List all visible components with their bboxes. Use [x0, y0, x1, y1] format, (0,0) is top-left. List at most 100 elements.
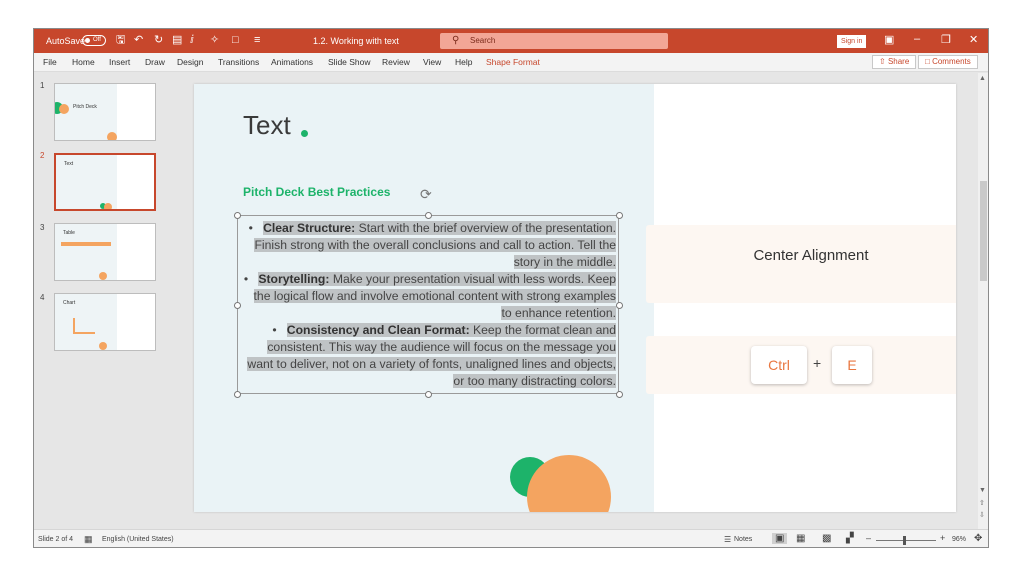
resize-handle[interactable]	[616, 391, 623, 398]
save-icon[interactable]: 🖫	[116, 34, 125, 46]
fit-slide-icon[interactable]: ✥	[974, 533, 982, 544]
comments-label: Comments	[932, 57, 971, 66]
tab-draw[interactable]: Draw	[145, 57, 165, 67]
redo-icon[interactable]: ↻	[154, 34, 163, 46]
document-title[interactable]: 1.2. Working with text	[313, 36, 399, 46]
format-painter-icon[interactable]: ⅈ	[190, 34, 194, 46]
title-bar: AutoSave Off 🖫 ↶ ↻ ▤ ⅈ ✧ □ ≡ 1.2. Workin…	[34, 29, 988, 53]
thumb-number: 4	[40, 293, 45, 302]
undo-icon[interactable]: ↶	[134, 34, 143, 46]
resize-handle[interactable]	[425, 212, 432, 219]
tab-transitions[interactable]: Transitions	[218, 57, 259, 67]
thumb-number: 3	[40, 223, 45, 232]
thumb-number: 2	[40, 151, 45, 160]
resize-handle[interactable]	[425, 391, 432, 398]
bullet-item: • Storytelling: Make your presentation v…	[243, 272, 616, 320]
share-button[interactable]: ⇧ Share	[872, 55, 917, 69]
resize-handle[interactable]	[234, 212, 241, 219]
shortcut-card: Center Alignment	[646, 225, 956, 303]
tab-shape-format[interactable]: Shape Format	[486, 57, 540, 67]
bullet-item: • Clear Structure: Start with the brief …	[248, 221, 616, 269]
vertical-scrollbar[interactable]: ▲ ▼ ⇧ ⇩	[978, 73, 988, 529]
tab-view[interactable]: View	[423, 57, 441, 67]
notes-button[interactable]: Notes	[734, 536, 752, 543]
language[interactable]: English (United States)	[102, 536, 174, 543]
powerpoint-window: AutoSave Off 🖫 ↶ ↻ ▤ ⅈ ✧ □ ≡ 1.2. Workin…	[33, 28, 989, 548]
bullet-bold: Storytelling:	[258, 272, 330, 286]
tab-animations[interactable]: Animations	[271, 57, 313, 67]
slide-count: Slide 2 of 4	[38, 536, 74, 543]
zoom-slider[interactable]	[876, 540, 936, 541]
close-icon[interactable]: ✕	[969, 33, 978, 46]
zoom-level[interactable]: 96%	[952, 536, 966, 543]
comment-icon: □	[925, 57, 930, 66]
thumb-title: Text	[64, 161, 74, 167]
minimize-icon[interactable]: –	[914, 33, 920, 45]
reading-view-icon[interactable]: ▩	[822, 533, 831, 544]
slide-thumbnail-1[interactable]: Pitch Deck	[54, 83, 156, 141]
share-label: Share	[887, 57, 910, 66]
search-box[interactable]: ⚲ Search	[440, 33, 668, 49]
resize-handle[interactable]	[616, 212, 623, 219]
tab-file[interactable]: File	[43, 57, 57, 67]
thumb-title: Chart	[63, 300, 76, 306]
slide-canvas[interactable]: Text Pitch Deck Best Practices ⟳ • Clear…	[194, 84, 956, 512]
zoom-in-icon[interactable]: +	[940, 533, 945, 543]
slide-subheading[interactable]: Pitch Deck Best Practices	[243, 185, 390, 199]
tab-insert[interactable]: Insert	[109, 57, 130, 67]
slide-title[interactable]: Text	[243, 110, 291, 141]
prev-slide-icon[interactable]: ⇧	[979, 499, 985, 507]
slide-thumbnail-4[interactable]: Chart	[54, 293, 156, 351]
resize-handle[interactable]	[234, 391, 241, 398]
shortcut-label: Center Alignment	[753, 247, 869, 264]
share-icon: ⇧	[879, 57, 886, 66]
bullet-list[interactable]: • Clear Structure: Start with the brief …	[242, 220, 616, 390]
bullet-item: • Consistency and Clean Format: Keep the…	[247, 323, 616, 388]
ctrl-key: Ctrl	[751, 346, 807, 384]
e-key: E	[832, 346, 872, 384]
present-icon[interactable]: ▤	[172, 34, 182, 46]
selected-text-box[interactable]: • Clear Structure: Start with the brief …	[234, 212, 623, 398]
scroll-up-icon[interactable]: ▲	[979, 75, 986, 82]
search-icon: ⚲	[452, 35, 460, 46]
notes-icon: ☰	[724, 535, 732, 544]
plus-sign: +	[813, 355, 822, 371]
slide-thumbnail-3[interactable]: Table	[54, 223, 156, 281]
thumb-title: Table	[63, 230, 75, 236]
box-icon[interactable]: □	[232, 34, 239, 46]
comments-button[interactable]: □ Comments	[918, 55, 978, 69]
title-dot	[301, 130, 308, 137]
slideshow-icon[interactable]: ▞	[846, 533, 854, 544]
shape-icon[interactable]: ✧	[210, 34, 219, 46]
menu-bar: File Home Insert Draw Design Transitions…	[34, 53, 988, 72]
sign-in-button[interactable]: Sign in	[837, 35, 867, 48]
autosave-toggle[interactable]: Off	[82, 35, 106, 46]
customize-icon[interactable]: ≡	[254, 34, 260, 46]
tab-design[interactable]: Design	[177, 57, 203, 67]
autosave-label: AutoSave	[46, 36, 86, 46]
next-slide-icon[interactable]: ⇩	[979, 511, 985, 519]
scroll-down-icon[interactable]: ▼	[979, 487, 986, 494]
status-bar: Slide 2 of 4 ▦ English (United States) ☰…	[34, 529, 988, 547]
tab-slide-show[interactable]: Slide Show	[328, 57, 371, 67]
resize-handle[interactable]	[616, 302, 623, 309]
slide-thumbnail-2[interactable]: Text	[54, 153, 156, 211]
search-placeholder: Search	[470, 36, 496, 45]
thumbnail-pane: 1 Pitch Deck 2 Text 3 Table 4 Chart	[34, 73, 169, 529]
scroll-thumb[interactable]	[980, 181, 987, 281]
restore-icon[interactable]: ❐	[941, 33, 951, 46]
zoom-slider-thumb[interactable]	[903, 536, 906, 545]
resize-handle[interactable]	[234, 302, 241, 309]
slide-sorter-icon[interactable]: ▦	[796, 533, 805, 544]
bullet-bold: Clear Structure:	[263, 221, 356, 235]
spelling-icon[interactable]: ▦	[84, 534, 93, 545]
zoom-out-icon[interactable]: –	[866, 533, 871, 543]
tab-home[interactable]: Home	[72, 57, 95, 67]
bullet-bold: Consistency and Clean Format:	[286, 323, 470, 337]
tab-help[interactable]: Help	[455, 57, 472, 67]
rotate-handle-icon[interactable]: ⟳	[420, 186, 432, 203]
normal-view-icon[interactable]: ▣	[772, 533, 788, 544]
tab-review[interactable]: Review	[382, 57, 410, 67]
thumb-number: 1	[40, 81, 45, 90]
ribbon-display-icon[interactable]: ▣	[884, 33, 894, 46]
